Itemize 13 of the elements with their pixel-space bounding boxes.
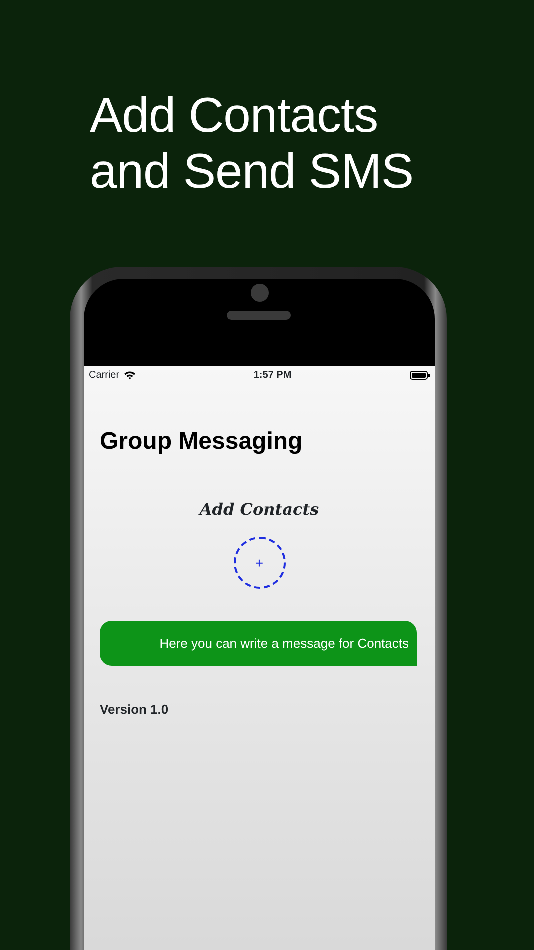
time-label: 1:57 PM xyxy=(254,370,292,380)
add-contact-button[interactable]: + xyxy=(234,537,286,589)
camera-icon xyxy=(251,284,269,302)
headline: Add Contacts xyxy=(90,88,380,144)
version-label: Version 1.0 xyxy=(100,701,169,719)
carrier-label: Carrier xyxy=(89,368,120,382)
app-title: Group Messaging xyxy=(100,427,303,457)
speaker-icon xyxy=(227,311,291,320)
add-contacts-label: Add Contacts xyxy=(200,499,320,521)
message-field[interactable]: Here you can write a message for Contacts xyxy=(100,621,417,666)
battery-icon xyxy=(410,370,430,380)
headline: and Send SMS xyxy=(90,144,415,200)
wifi-icon xyxy=(124,370,136,380)
